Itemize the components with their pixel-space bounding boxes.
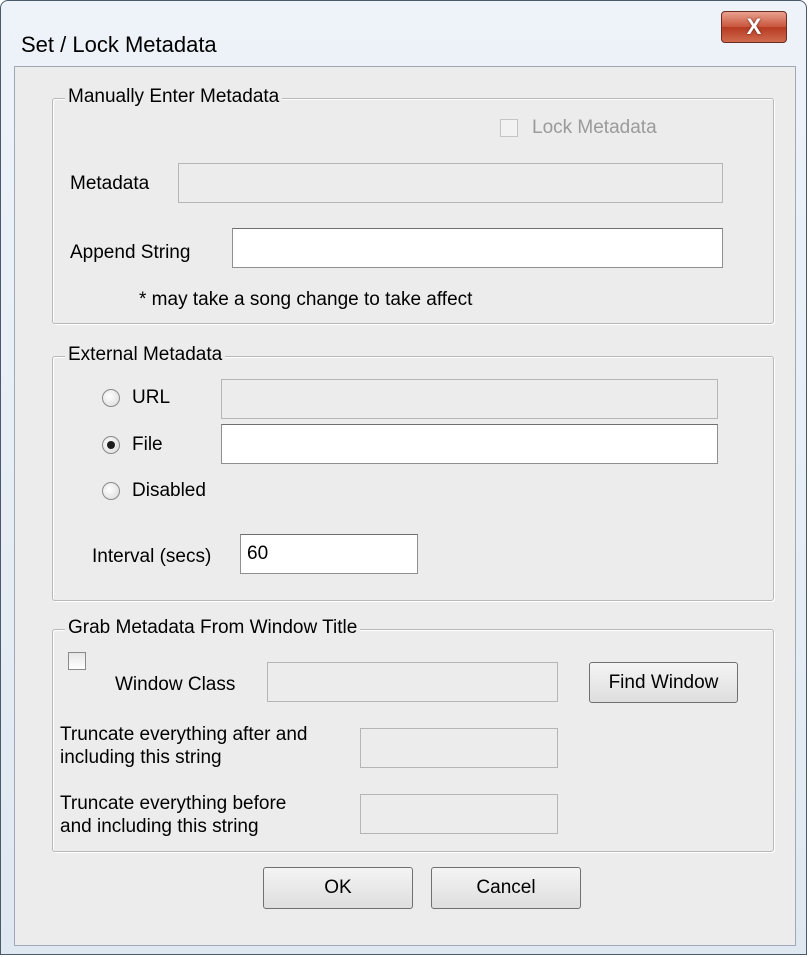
file-radio[interactable] — [102, 436, 120, 454]
dialog-title: Set / Lock Metadata — [21, 32, 217, 57]
cancel-button[interactable]: Cancel — [431, 867, 581, 909]
interval-field[interactable] — [240, 534, 418, 574]
dialog-window: Set / Lock Metadata X Manually Enter Met… — [0, 0, 807, 955]
window-class-field[interactable] — [267, 662, 558, 702]
url-label: URL — [132, 387, 171, 408]
file-field[interactable] — [221, 424, 718, 464]
ok-button[interactable]: OK — [263, 867, 413, 909]
external-metadata-group: External Metadata URL File Disabled Inte… — [52, 344, 774, 601]
external-metadata-legend: External Metadata — [65, 344, 226, 366]
close-button[interactable]: X — [721, 11, 787, 43]
window-class-label: Window Class — [115, 674, 236, 695]
grab-metadata-legend: Grab Metadata From Window Title — [65, 617, 361, 639]
dialog-client-area: Manually Enter Metadata Lock Metadata Me… — [14, 66, 796, 946]
truncate-after-label-line2: including this string — [60, 747, 222, 768]
url-field[interactable] — [221, 379, 718, 419]
interval-label: Interval (secs) — [92, 546, 212, 567]
metadata-field[interactable] — [178, 163, 723, 203]
close-icon: X — [746, 14, 762, 39]
truncate-before-label-line1: Truncate everything before — [60, 793, 287, 814]
grab-metadata-group: Grab Metadata From Window Title Window C… — [52, 617, 774, 852]
song-change-note: * may take a song change to take affect — [139, 289, 473, 310]
window-class-checkbox[interactable] — [68, 652, 86, 670]
file-label: File — [132, 434, 163, 455]
metadata-label: Metadata — [70, 173, 150, 194]
lock-metadata-checkbox[interactable] — [500, 119, 518, 137]
append-string-label: Append String — [70, 242, 191, 263]
file-radio-selected-dot — [107, 441, 115, 449]
manual-metadata-group: Manually Enter Metadata Lock Metadata Me… — [52, 86, 774, 324]
disabled-label: Disabled — [132, 480, 206, 501]
truncate-after-label-line1: Truncate everything after and — [60, 724, 308, 745]
lock-metadata-label: Lock Metadata — [532, 117, 657, 138]
truncate-after-field[interactable] — [360, 728, 558, 768]
manual-metadata-legend: Manually Enter Metadata — [65, 86, 283, 108]
disabled-radio[interactable] — [102, 482, 120, 500]
truncate-before-label-line2: and including this string — [60, 816, 259, 837]
truncate-before-field[interactable] — [360, 794, 558, 834]
append-string-field[interactable] — [232, 228, 723, 268]
find-window-button[interactable]: Find Window — [589, 662, 738, 703]
url-radio[interactable] — [102, 389, 120, 407]
